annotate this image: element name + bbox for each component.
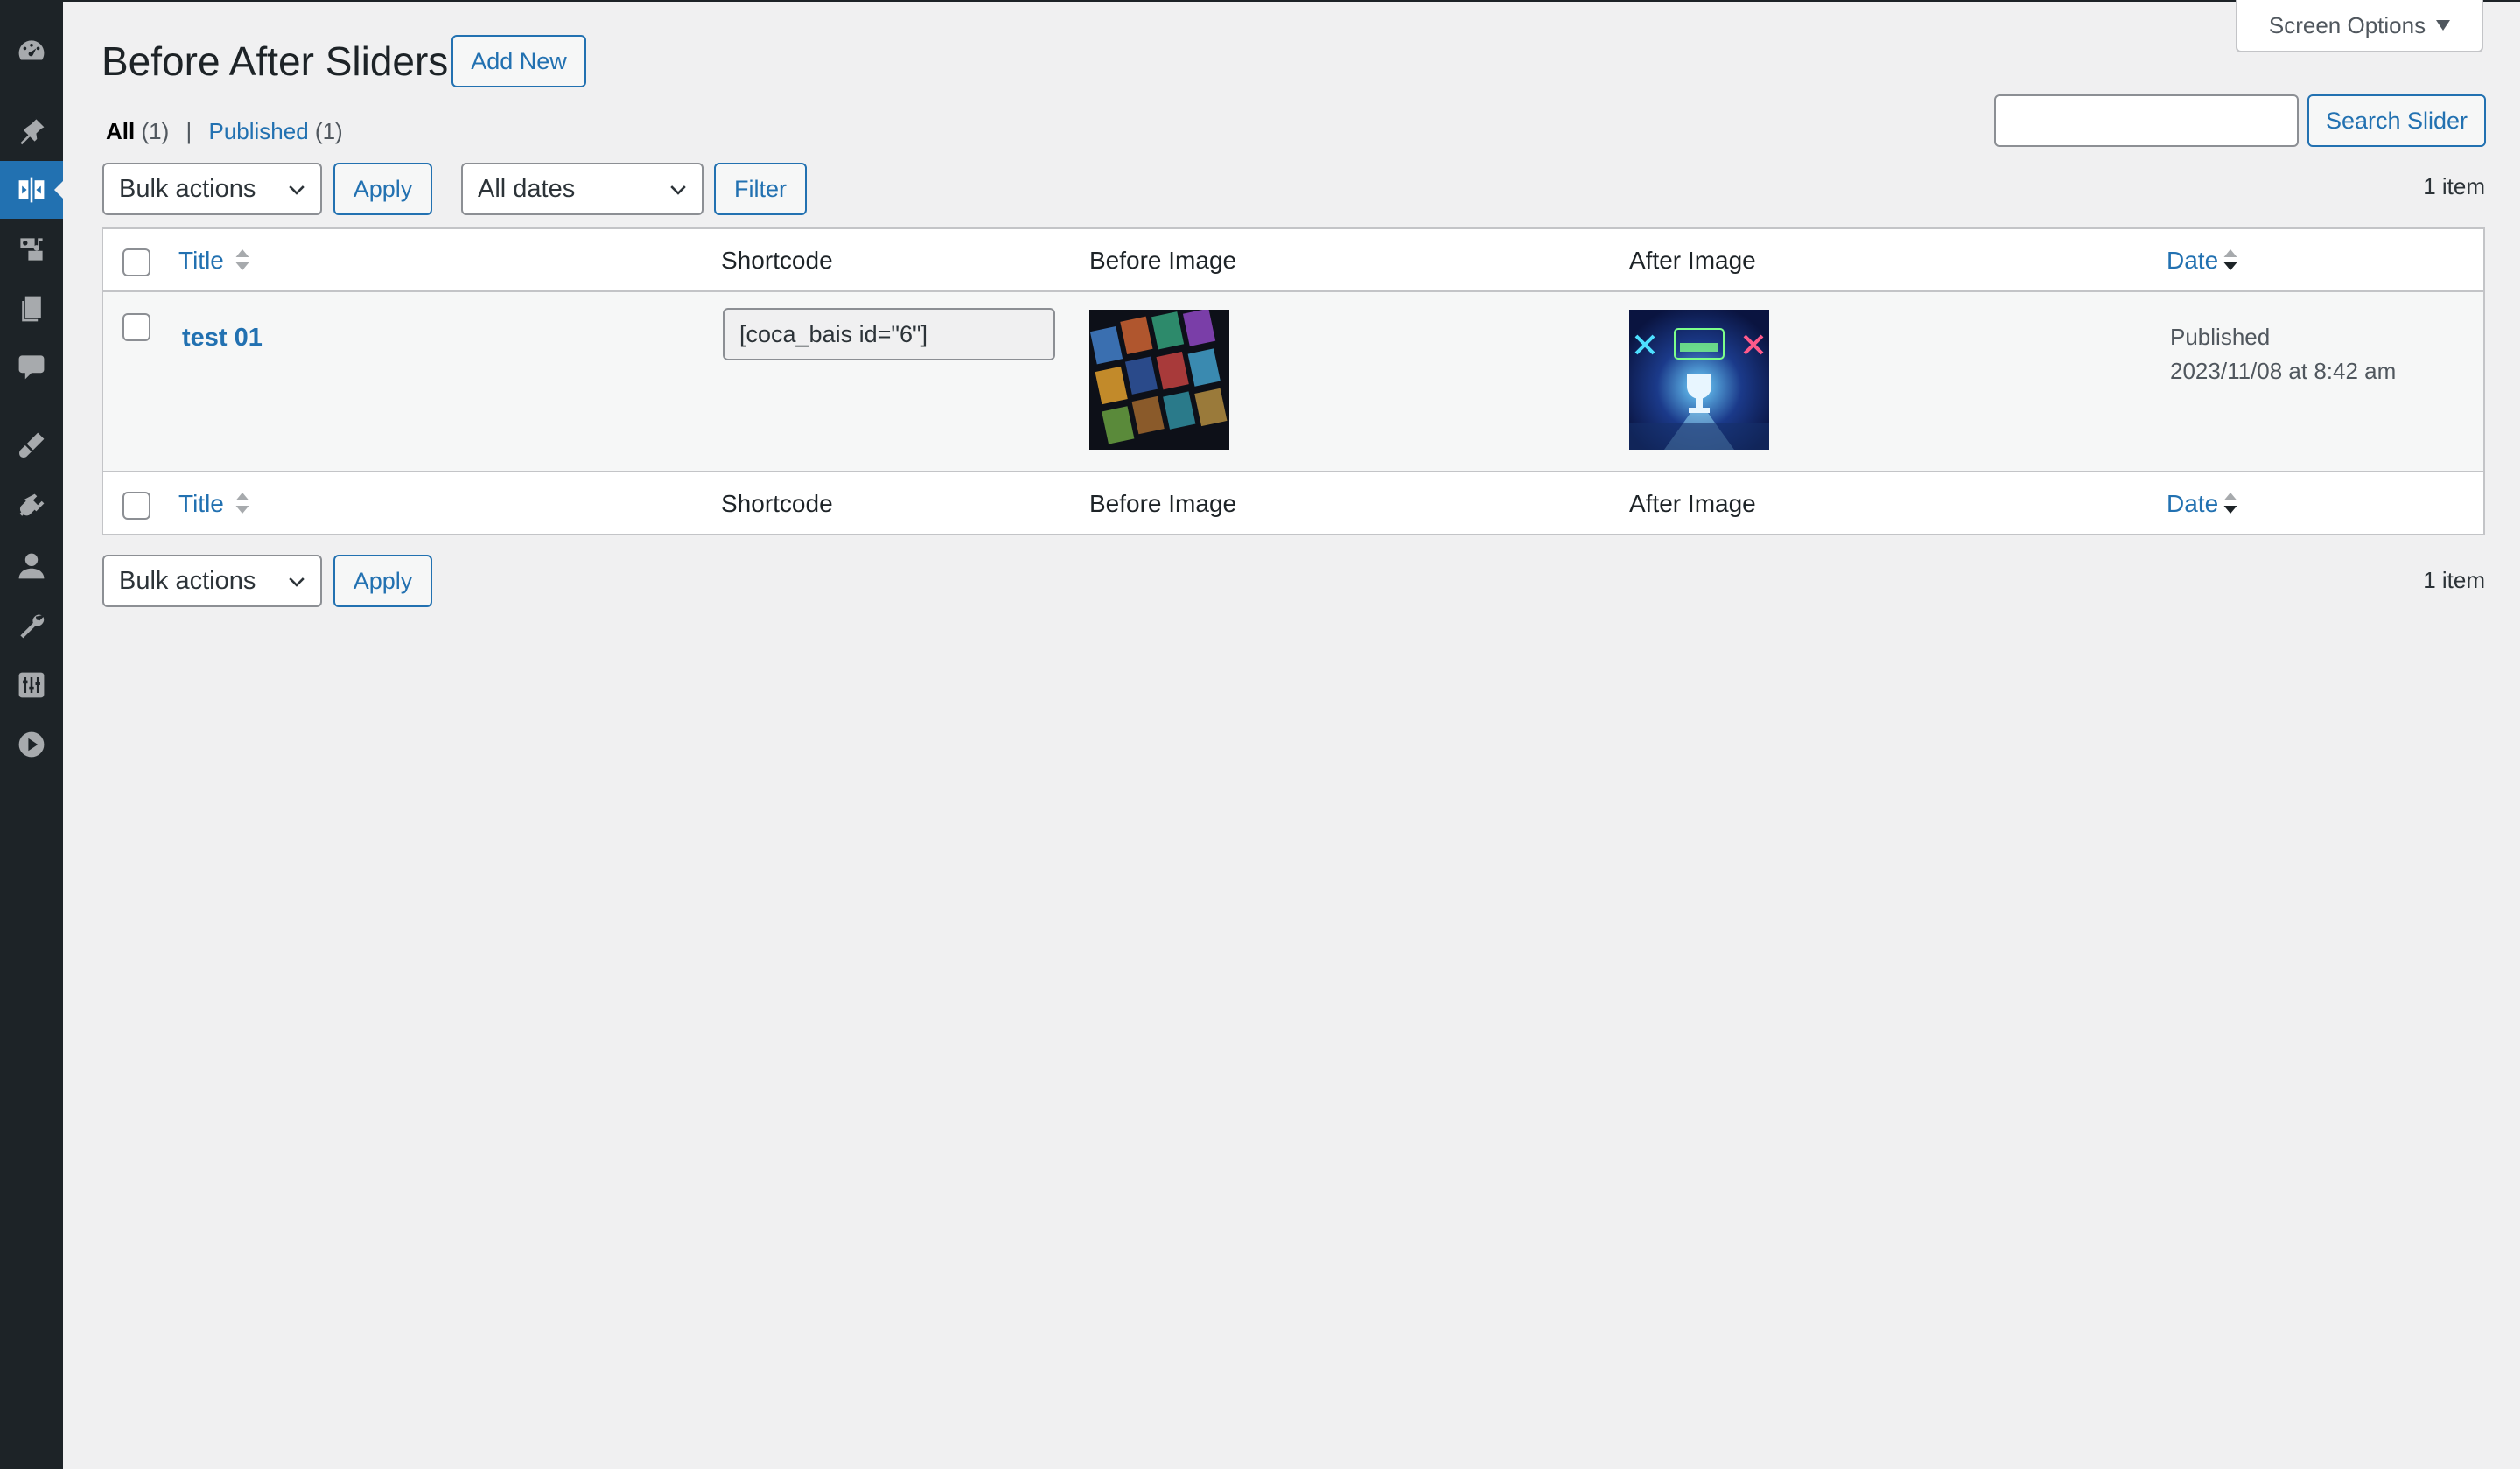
- table-row: test 01 [coca_bais id="6"] Published 202…: [103, 292, 2483, 471]
- main-content: Screen Options Before After Sliders Add …: [63, 0, 2520, 1469]
- after-image-thumbnail[interactable]: [1629, 310, 1769, 450]
- chevron-down-icon: [289, 185, 304, 195]
- select-all-checkbox[interactable]: [122, 248, 150, 276]
- bulk-actions-select-top[interactable]: Bulk actions: [102, 163, 322, 215]
- footer-column-title[interactable]: Title: [178, 488, 224, 520]
- sort-desc-icon[interactable]: [2222, 247, 2238, 273]
- before-after-slider-icon[interactable]: [0, 161, 63, 219]
- search-slider-button[interactable]: Search Slider: [2307, 94, 2486, 147]
- settings-icon[interactable]: [0, 656, 63, 714]
- view-separator: |: [186, 118, 192, 144]
- footer-column-after-image: After Image: [1629, 490, 1756, 517]
- chevron-down-icon: [289, 577, 304, 587]
- footer-column-shortcode: Shortcode: [721, 490, 833, 517]
- column-title[interactable]: Title: [178, 245, 224, 276]
- page-title: Before After Sliders: [102, 38, 449, 84]
- media-icon[interactable]: [0, 220, 63, 278]
- view-published-link[interactable]: Published: [208, 118, 308, 144]
- bulk-actions-value-top: Bulk actions: [119, 174, 256, 203]
- dates-select[interactable]: All dates: [461, 163, 704, 215]
- apply-button-bottom[interactable]: Apply: [333, 555, 432, 607]
- row-date: Published 2023/11/08 at 8:42 am: [2170, 320, 2396, 388]
- pages-icon[interactable]: [0, 280, 63, 338]
- tools-icon[interactable]: [0, 597, 63, 654]
- view-all-count: (1): [141, 118, 170, 144]
- shortcode-field[interactable]: [coca_bais id="6"]: [723, 308, 1055, 360]
- users-icon[interactable]: [0, 537, 63, 595]
- sort-both-icon[interactable]: [234, 247, 250, 273]
- sort-desc-icon[interactable]: [2222, 490, 2238, 516]
- video-icon[interactable]: [0, 716, 63, 773]
- column-shortcode: Shortcode: [721, 247, 833, 274]
- item-count-bottom: 1 item: [2423, 567, 2485, 593]
- bulk-actions-select-bottom[interactable]: Bulk actions: [102, 555, 322, 607]
- pin-icon[interactable]: [0, 101, 63, 159]
- top-divider: [63, 0, 2520, 2]
- post-status: Published: [2170, 324, 2271, 350]
- status-views: All (1) | Published (1): [106, 117, 343, 145]
- caret-down-icon: [2436, 20, 2451, 31]
- dashboard-icon[interactable]: [0, 23, 63, 80]
- before-image-thumbnail[interactable]: [1089, 310, 1229, 450]
- column-before-image: Before Image: [1089, 247, 1237, 274]
- column-after-image: After Image: [1629, 247, 1756, 274]
- sliders-table: Title Shortcode Before Image After Image…: [102, 227, 2485, 535]
- screen-options-button[interactable]: Screen Options: [2236, 0, 2483, 52]
- table-footer: Title Shortcode Before Image After Image…: [103, 471, 2483, 534]
- footer-column-before-image: Before Image: [1089, 490, 1237, 517]
- row-checkbox[interactable]: [122, 313, 150, 341]
- search-input[interactable]: [1994, 94, 2299, 147]
- comments-icon[interactable]: [0, 338, 63, 395]
- post-date: 2023/11/08 at 8:42 am: [2170, 358, 2397, 384]
- apply-button-top[interactable]: Apply: [333, 163, 432, 215]
- plugins-icon[interactable]: [0, 478, 63, 535]
- bulk-actions-value-bottom: Bulk actions: [119, 566, 256, 595]
- sort-both-icon[interactable]: [234, 490, 250, 516]
- appearance-icon[interactable]: [0, 416, 63, 474]
- item-count-top: 1 item: [2423, 173, 2485, 199]
- dates-value: All dates: [478, 174, 576, 203]
- table-header: Title Shortcode Before Image After Image…: [103, 229, 2483, 292]
- admin-menu: [0, 0, 63, 1469]
- column-date[interactable]: Date: [2166, 245, 2218, 276]
- footer-column-date[interactable]: Date: [2166, 488, 2218, 520]
- row-title-link[interactable]: test 01: [182, 324, 262, 353]
- screen-options-label: Screen Options: [2268, 11, 2426, 38]
- add-new-button[interactable]: Add New: [452, 35, 586, 87]
- view-published-count: (1): [314, 118, 343, 144]
- filter-button[interactable]: Filter: [714, 163, 807, 215]
- chevron-down-icon: [670, 185, 686, 195]
- select-all-checkbox-footer[interactable]: [122, 492, 150, 520]
- view-all-label[interactable]: All: [106, 118, 135, 144]
